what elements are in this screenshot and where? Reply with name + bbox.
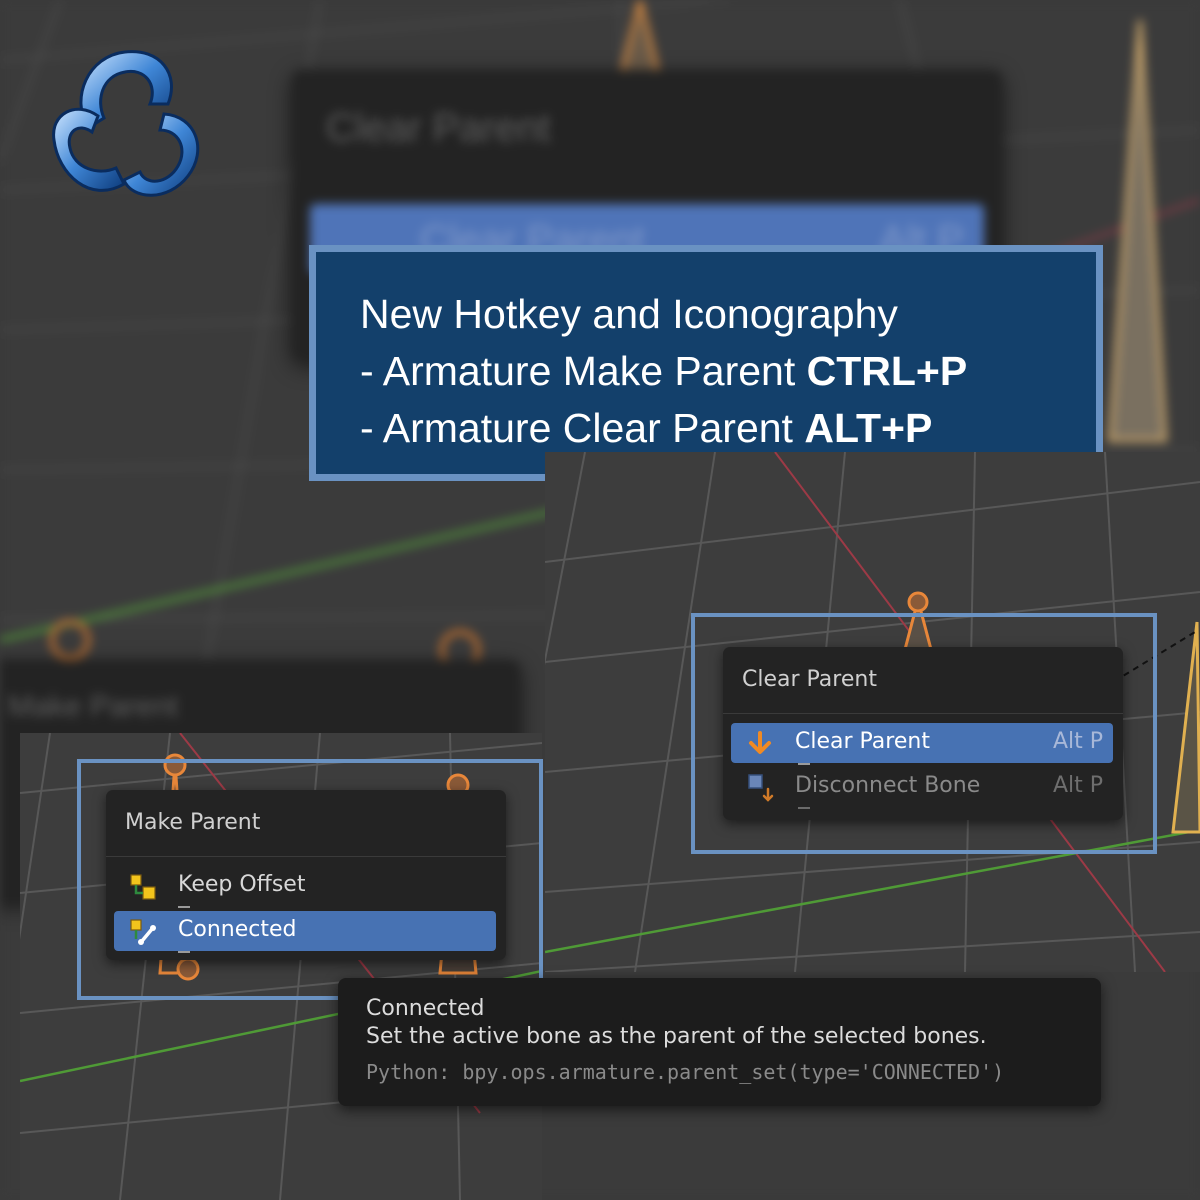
highlight-frame-clear-parent: [691, 613, 1157, 854]
banner-line-make-parent: - Armature Make Parent CTRL+P: [360, 343, 1096, 400]
tooltip-title: Connected: [366, 996, 485, 1021]
banner-make-parent-hotkey: CTRL+P: [806, 348, 968, 394]
background-menu-title-left: Make Parent: [8, 690, 179, 723]
background-menu-title: Clear Parent: [326, 106, 551, 150]
blender-studio-logo-icon: [52, 50, 200, 197]
banner-heading: New Hotkey and Iconography: [360, 291, 898, 337]
tooltip-description: Set the active bone as the parent of the…: [366, 1024, 987, 1049]
banner-make-parent-text: - Armature Make Parent: [360, 348, 807, 394]
tooltip-python: Python: bpy.ops.armature.parent_set(type…: [366, 1060, 1005, 1084]
banner-clear-parent-text: - Armature Clear Parent: [360, 405, 805, 451]
banner-clear-parent-hotkey: ALT+P: [804, 405, 933, 451]
highlight-frame-make-parent: [77, 759, 543, 1000]
banner-line-clear-parent: - Armature Clear Parent ALT+P: [360, 400, 1096, 457]
operator-tooltip: Connected Set the active bone as the par…: [338, 978, 1101, 1106]
announcement-banner: New Hotkey and Iconography - Armature Ma…: [309, 245, 1103, 481]
